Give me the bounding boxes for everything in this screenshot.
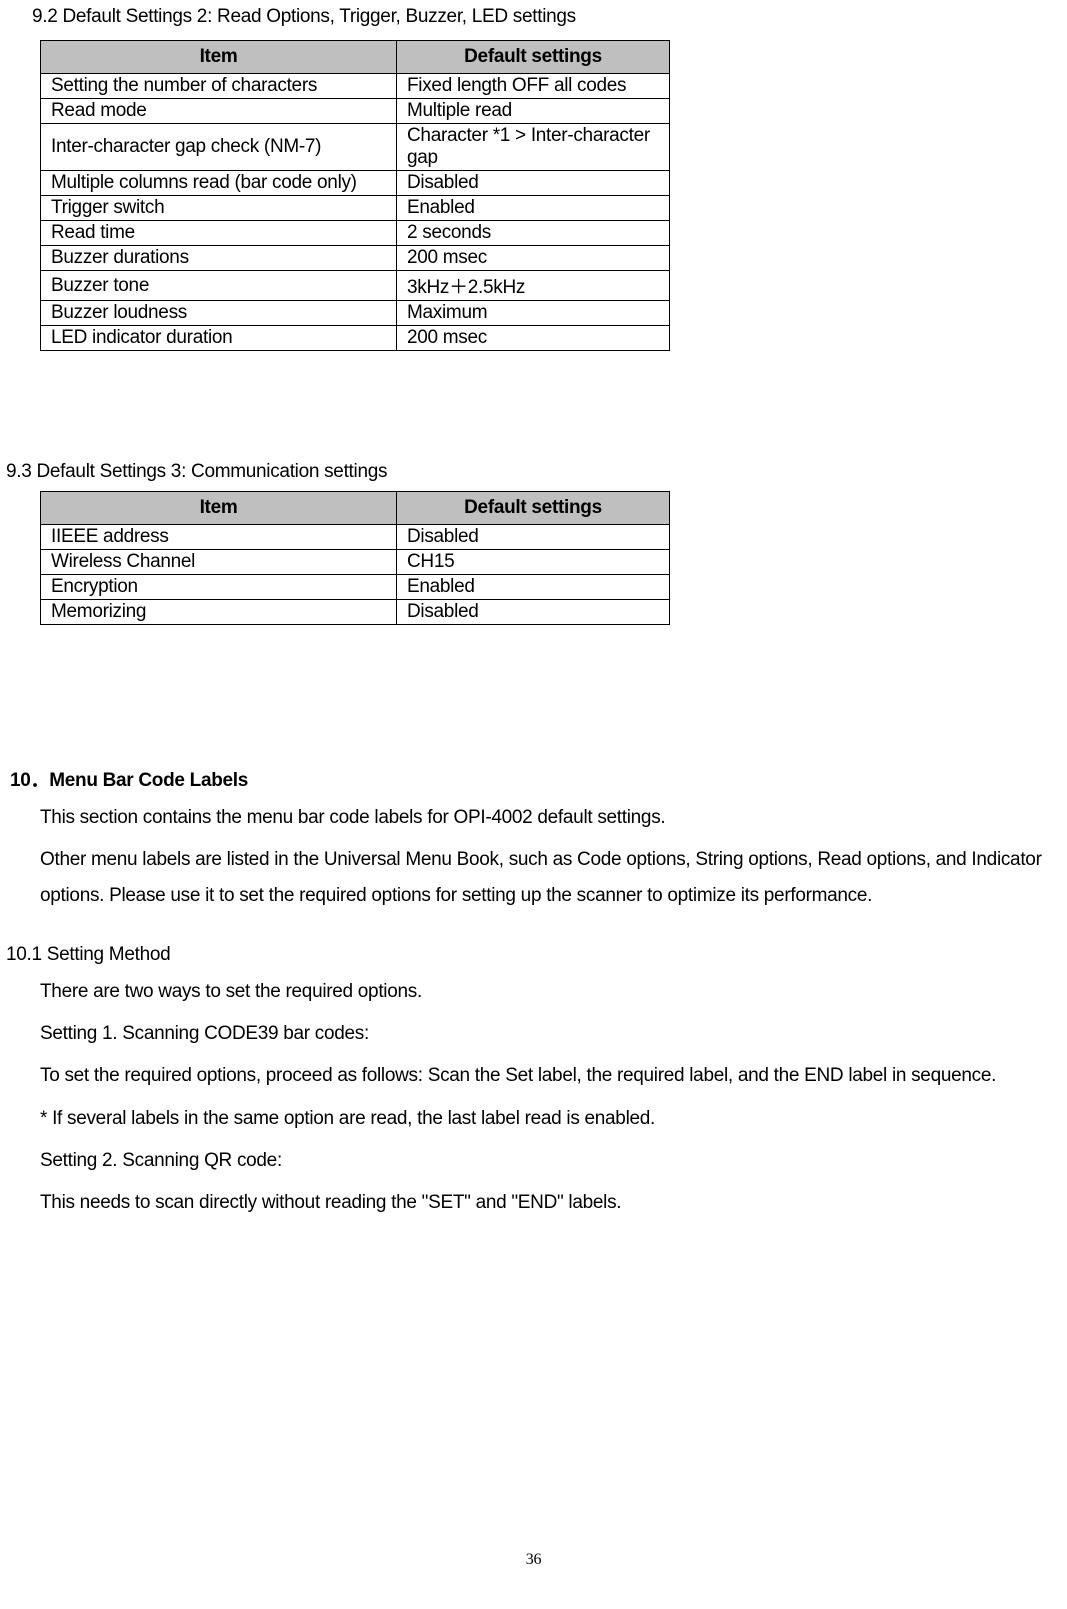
- table-cell: Buzzer durations: [41, 246, 397, 271]
- table-cell: Encryption: [41, 575, 397, 600]
- table-row: Wireless ChannelCH15: [41, 550, 670, 575]
- table-cell: Setting the number of characters: [41, 74, 397, 99]
- table-cell: Character *1 > Inter-character gap: [397, 124, 670, 171]
- table-header-item: Item: [41, 41, 397, 74]
- table-row: Trigger switchEnabled: [41, 196, 670, 221]
- table-cell: Fixed length OFF all codes: [397, 74, 670, 99]
- table-cell: Multiple columns read (bar code only): [41, 171, 397, 196]
- section-10-num: 10．: [10, 770, 49, 791]
- table-row: LED indicator duration200 msec: [41, 326, 670, 351]
- table-cell: Trigger switch: [41, 196, 397, 221]
- table-header-row: Item Default settings: [41, 41, 670, 74]
- table-row: Inter-character gap check (NM-7)Characte…: [41, 124, 670, 171]
- table-cell: Read mode: [41, 99, 397, 124]
- table-cell: Wireless Channel: [41, 550, 397, 575]
- table-cell: 3kHz＋2.5kHz: [397, 271, 670, 301]
- section-101-p1: There are two ways to set the required o…: [40, 974, 1067, 1010]
- section-101-p4: * If several labels in the same option a…: [40, 1101, 1067, 1137]
- table-cell: 2 seconds: [397, 221, 670, 246]
- section-92-heading: 9.2 Default Settings 2: Read Options, Tr…: [32, 6, 1067, 28]
- section-10-p2: Other menu labels are listed in the Univ…: [40, 842, 1067, 914]
- section-10-heading: 10．Menu Bar Code Labels: [10, 765, 1067, 792]
- section-101-p6: This needs to scan directly without read…: [40, 1185, 1067, 1221]
- section-10-p1: This section contains the menu bar code …: [40, 800, 1067, 836]
- table-cell: Buzzer tone: [41, 271, 397, 301]
- table-header-default: Default settings: [397, 41, 670, 74]
- table-cell: Read time: [41, 221, 397, 246]
- table-header-row: Item Default settings: [41, 492, 670, 525]
- table-row: Buzzer loudnessMaximum: [41, 301, 670, 326]
- section-101-p3: To set the required options, proceed as …: [40, 1058, 1067, 1094]
- table-row: Read modeMultiple read: [41, 99, 670, 124]
- table-cell: 200 msec: [397, 246, 670, 271]
- table-row: MemorizingDisabled: [41, 600, 670, 625]
- table-default-settings-3: Item Default settings IIEEE addressDisab…: [40, 491, 670, 625]
- table-cell: Maximum: [397, 301, 670, 326]
- section-93-heading: 9.3 Default Settings 3: Communication se…: [6, 461, 1067, 483]
- section-101-p2: Setting 1. Scanning CODE39 bar codes:: [40, 1016, 1067, 1052]
- table-cell: CH15: [397, 550, 670, 575]
- table-cell: 200 msec: [397, 326, 670, 351]
- table-cell: Enabled: [397, 575, 670, 600]
- table-cell: Multiple read: [397, 99, 670, 124]
- table-cell: Enabled: [397, 196, 670, 221]
- section-101-p5: Setting 2. Scanning QR code:: [40, 1143, 1067, 1179]
- table-header-item: Item: [41, 492, 397, 525]
- section-10-title: Menu Bar Code Labels: [49, 770, 248, 791]
- table-default-settings-2: Item Default settings Setting the number…: [40, 40, 670, 351]
- page-content: 9.2 Default Settings 2: Read Options, Tr…: [0, 6, 1067, 1609]
- table-row: Setting the number of charactersFixed le…: [41, 74, 670, 99]
- page-number: 36: [0, 1551, 1067, 1569]
- section-101-heading: 10.1 Setting Method: [6, 944, 1067, 966]
- table-cell: IIEEE address: [41, 525, 397, 550]
- table-row: Buzzer durations200 msec: [41, 246, 670, 271]
- table-row: IIEEE addressDisabled: [41, 525, 670, 550]
- table-cell: Memorizing: [41, 600, 397, 625]
- table-row: Read time2 seconds: [41, 221, 670, 246]
- table-row: Multiple columns read (bar code only) Di…: [41, 171, 670, 196]
- table-cell: Disabled: [397, 525, 670, 550]
- table-row: EncryptionEnabled: [41, 575, 670, 600]
- table-cell: Buzzer loudness: [41, 301, 397, 326]
- table-cell: Inter-character gap check (NM-7): [41, 124, 397, 171]
- table-row: Buzzer tone3kHz＋2.5kHz: [41, 271, 670, 301]
- table-cell: Disabled: [397, 600, 670, 625]
- table-cell: LED indicator duration: [41, 326, 397, 351]
- table-cell: Disabled: [397, 171, 670, 196]
- table-header-default: Default settings: [397, 492, 670, 525]
